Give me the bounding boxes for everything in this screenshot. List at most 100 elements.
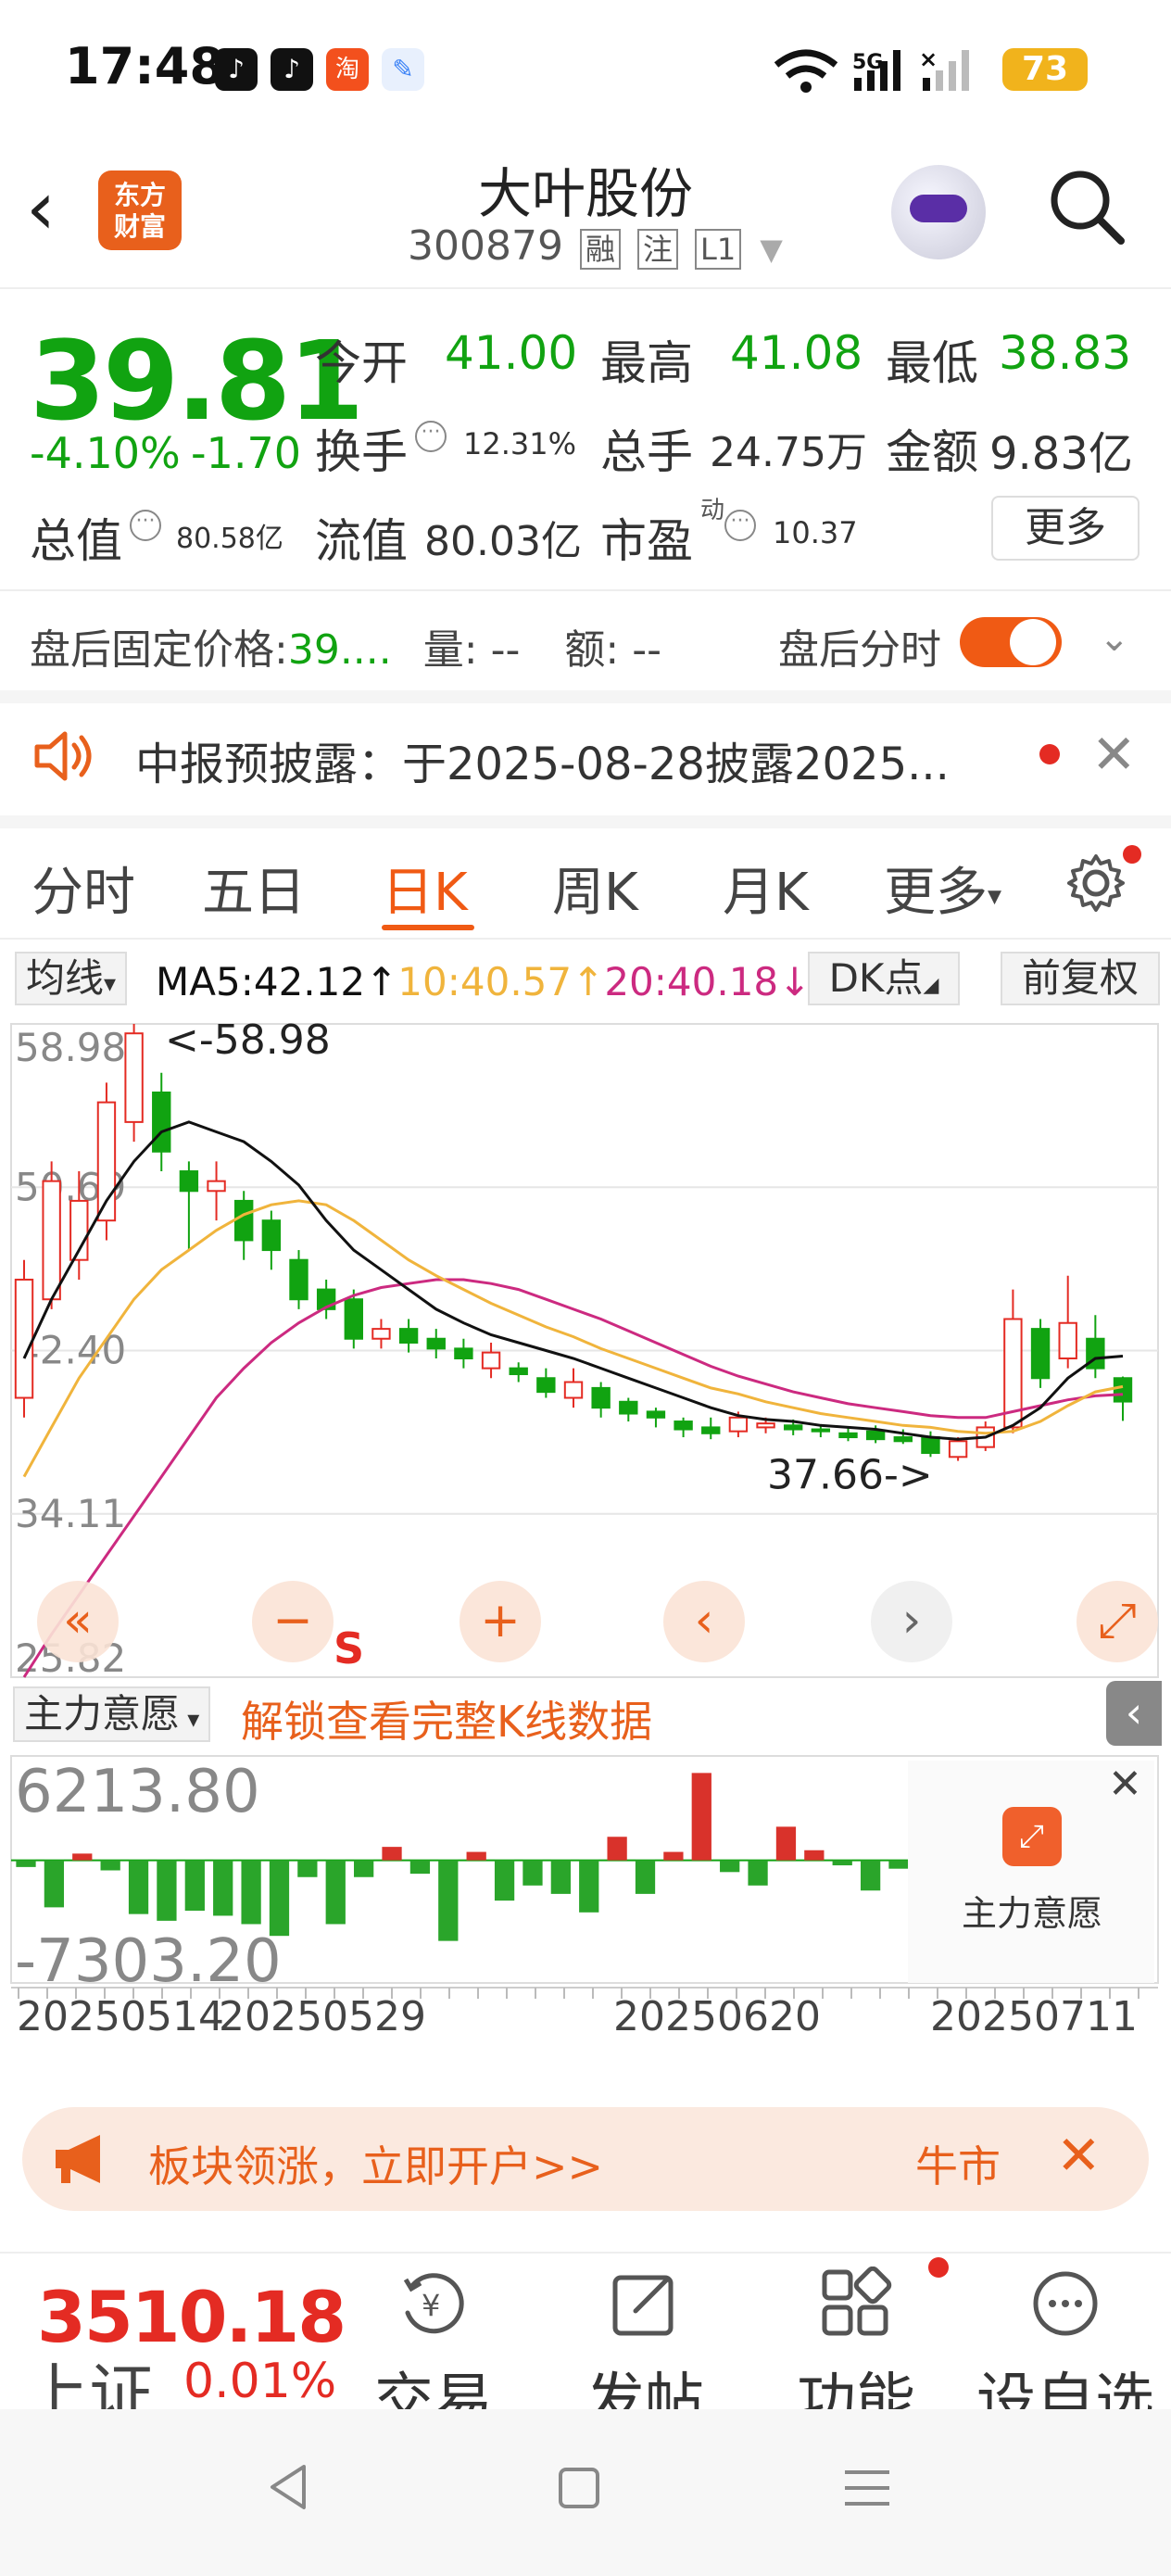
- candle-down: [426, 1337, 446, 1350]
- settings-gear-icon[interactable]: [1064, 851, 1128, 915]
- margin-tag: 融: [579, 229, 621, 270]
- outflow-bar: [494, 1860, 515, 1901]
- zoom-out-icon-glyph: −: [272, 1593, 313, 1648]
- candle-up: [728, 1416, 749, 1433]
- change-percent: -4.10%: [30, 428, 181, 478]
- tab-more-label: 更多: [884, 863, 988, 923]
- inflow-bar: [691, 1773, 711, 1861]
- candle-down: [152, 1091, 171, 1153]
- open-label: 今开: [315, 336, 408, 390]
- candle-down: [646, 1410, 666, 1419]
- candle-down: [234, 1199, 254, 1242]
- tab-more[interactable]: 更多▾: [884, 851, 1001, 926]
- status-time: 17:48: [65, 37, 224, 95]
- after-hours-amt: --: [632, 626, 661, 674]
- outflow-bar: [16, 1860, 36, 1867]
- market-cap-label: 总值: [30, 514, 122, 568]
- candle-up: [563, 1381, 584, 1399]
- section-gap: [0, 690, 1171, 703]
- candle-up: [42, 1180, 61, 1301]
- inflow-bar: [663, 1851, 684, 1861]
- low-label: 最低: [886, 336, 978, 390]
- close-icon[interactable]: ✕: [1108, 1761, 1142, 1808]
- section-gap: [0, 815, 1171, 828]
- change-amount: -1.70: [191, 428, 302, 478]
- ma-select-label: 均线: [26, 955, 105, 1001]
- y-tick-label: 58.98: [15, 1025, 126, 1070]
- tab-monthly-k[interactable]: 月K: [723, 851, 809, 926]
- caret-down-icon: ▾: [988, 879, 1002, 913]
- pe-label: 市盈: [600, 514, 693, 568]
- market-cap-value: 80.58亿: [176, 523, 283, 555]
- turnover-value: 12.31%: [463, 426, 577, 461]
- menu-icon[interactable]: [841, 2465, 893, 2511]
- candle-up: [14, 1278, 34, 1399]
- inflow-bar: [607, 1837, 627, 1861]
- tab-weekly-k[interactable]: 周K: [552, 851, 638, 926]
- lock-overlay-label: 主力意愿: [962, 1893, 1103, 1934]
- zoom-in-icon-glyph: +: [480, 1593, 521, 1648]
- close-icon[interactable]: ✕: [1056, 2124, 1102, 2187]
- current-price: 39.81: [30, 317, 364, 445]
- info-icon: ···: [415, 421, 447, 452]
- candle-up: [1058, 1321, 1077, 1360]
- svg-text:×: ×: [919, 46, 938, 72]
- ma-select[interactable]: 均线▾: [15, 952, 128, 1005]
- candle-down: [1030, 1328, 1051, 1380]
- after-hours-price: 39....: [287, 626, 392, 674]
- price-adjust-button[interactable]: 前复权: [1001, 952, 1160, 1005]
- info-icon: ···: [130, 510, 161, 541]
- feather-app-icon: ✎: [382, 48, 424, 91]
- indicator-max-label: 6213.80: [15, 1758, 260, 1826]
- candle-up: [371, 1328, 391, 1340]
- scroll-left-icon-glyph: ‹: [695, 1593, 714, 1648]
- functions-badge-dot: [928, 2257, 949, 2278]
- high-label: 最高: [600, 336, 693, 390]
- index-change: 0.01%: [183, 2354, 337, 2409]
- pe-value: 10.37: [773, 515, 858, 550]
- candle-down: [811, 1428, 831, 1433]
- more-button[interactable]: 更多: [991, 496, 1140, 561]
- chevron-down-icon[interactable]: ⌄: [1099, 617, 1130, 660]
- outflow-bar: [888, 1860, 909, 1869]
- tab-five-day[interactable]: 五日: [202, 851, 306, 926]
- douyin-icon: ♪: [271, 48, 313, 91]
- collapse-panel-button[interactable]: ‹: [1106, 1681, 1162, 1746]
- home-square-icon[interactable]: [556, 2465, 602, 2511]
- outflow-bar: [409, 1860, 431, 1875]
- after-hours-amt-label: 额:: [564, 626, 620, 674]
- indicator-select[interactable]: 主力意愿 ▾: [13, 1686, 211, 1742]
- chevron-down-icon: ▼: [760, 232, 783, 267]
- ma20-value: 20:40.18↓: [604, 959, 812, 1004]
- indicator-select-label: 主力意愿: [24, 1691, 181, 1736]
- post-icon: [612, 2275, 674, 2336]
- tab-daily-k[interactable]: 日K: [382, 851, 468, 926]
- float-cap-label: 流值: [315, 514, 408, 568]
- divider: [0, 938, 1171, 940]
- outflow-bar: [325, 1860, 346, 1925]
- unread-dot: [1039, 744, 1060, 764]
- outflow-bar: [635, 1860, 656, 1894]
- outflow-bar: [157, 1860, 177, 1921]
- outflow-bar: [579, 1860, 599, 1913]
- date-label: 20250529: [219, 1993, 426, 2034]
- unlock-kline-link[interactable]: 解锁查看完整K线数据: [241, 1688, 652, 1749]
- outflow-bar: [832, 1860, 852, 1866]
- active-tab-underline: [382, 925, 474, 930]
- sell-signal-label: S: [334, 1623, 364, 1673]
- stock-code-row[interactable]: 300879 融 注 L1 ▼: [408, 222, 783, 270]
- dk-point-button[interactable]: DK点◢: [808, 952, 960, 1005]
- search-icon[interactable]: [1047, 167, 1127, 246]
- back-triangle-icon[interactable]: [265, 2461, 311, 2513]
- max-price-annotation: <-58.98: [165, 1017, 331, 1064]
- low-value: 38.83: [999, 326, 1132, 380]
- notice-text[interactable]: 中报预披露：于2025-08-28披露2025...: [135, 727, 950, 792]
- date-label: 20250620: [613, 1993, 821, 2034]
- banner-text[interactable]: 板块领涨，立即开户>>: [148, 2133, 603, 2194]
- more-dots-icon: [1033, 2271, 1098, 2336]
- close-icon[interactable]: ✕: [1091, 723, 1137, 786]
- tab-intraday[interactable]: 分时: [31, 851, 135, 926]
- after-hours-vol: --: [490, 626, 521, 674]
- candle-down: [701, 1426, 721, 1434]
- corner-triangle-icon: ◢: [923, 974, 939, 997]
